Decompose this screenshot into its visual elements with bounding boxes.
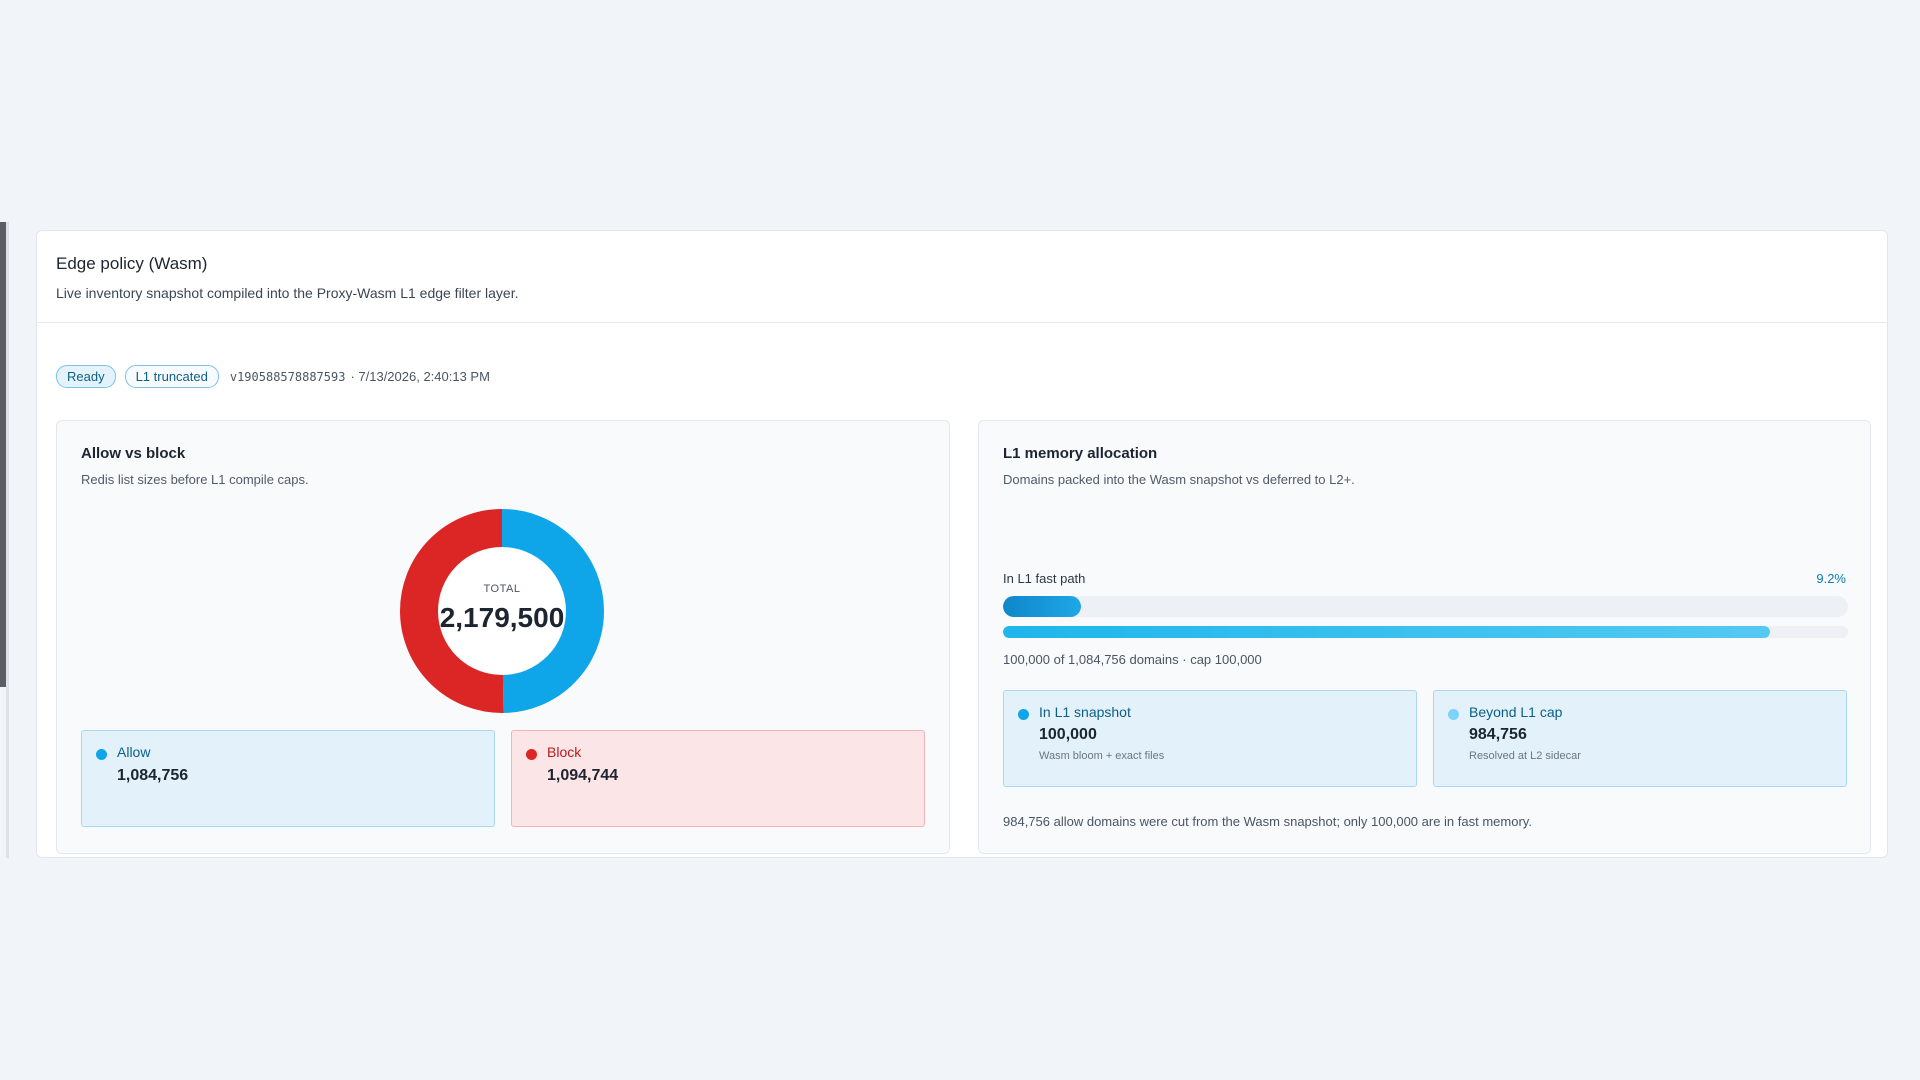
scrollbar-track[interactable] xyxy=(6,222,9,858)
panel-title: L1 memory allocation xyxy=(1003,445,1158,462)
fast-path-percent: 9.2% xyxy=(1816,571,1846,586)
beyond-l1-dot-icon xyxy=(1448,709,1459,720)
memory-panel: L1 memory allocation Domains packed into… xyxy=(978,420,1871,854)
in-l1-stat: In L1 snapshot 100,000 Wasm bloom + exac… xyxy=(1003,690,1417,787)
donut-total-label: TOTAL xyxy=(483,583,521,595)
panel-subtitle: Redis list sizes before L1 compile caps. xyxy=(81,472,309,487)
deferred-progress-fill xyxy=(1003,626,1771,638)
edge-policy-card: Edge policy (Wasm) Live inventory snapsh… xyxy=(36,230,1888,858)
donut-total-value: 2,179,500 xyxy=(439,602,565,633)
fast-path-progress xyxy=(1003,596,1848,617)
allow-value: 1,084,756 xyxy=(117,767,189,784)
in-l1-label: In L1 snapshot xyxy=(1039,704,1131,720)
beyond-l1-label: Beyond L1 cap xyxy=(1469,704,1563,720)
beyond-l1-value: 984,756 xyxy=(1469,726,1527,743)
fast-path-label: In L1 fast path xyxy=(1003,571,1086,586)
allow-block-panel: Allow vs block Redis list sizes before L… xyxy=(56,420,950,854)
in-l1-value: 100,000 xyxy=(1039,726,1097,743)
truncation-footnote: 984,756 allow domains were cut from the … xyxy=(1003,814,1532,829)
block-label: Block xyxy=(547,744,582,760)
allow-label: Allow xyxy=(117,744,151,760)
block-value: 1,094,744 xyxy=(547,767,619,784)
panel-subtitle: Domains packed into the Wasm snapshot vs… xyxy=(1003,472,1355,487)
snapshot-timestamp: · 7/13/2026, 2:40:13 PM xyxy=(350,369,490,384)
allow-dot-icon xyxy=(96,749,107,760)
in-l1-dot-icon xyxy=(1018,709,1029,720)
truncated-badge: L1 truncated xyxy=(124,365,219,388)
donut-chart: TOTAL 2,179,500 xyxy=(398,507,606,715)
allow-stat: Allow 1,084,756 xyxy=(81,730,495,827)
snapshot-meta-row: Ready L1 truncated v190588578887593 · 7/… xyxy=(56,365,490,388)
beyond-l1-note: Resolved at L2 sidecar xyxy=(1469,750,1581,762)
in-l1-note: Wasm bloom + exact files xyxy=(1039,750,1165,762)
panel-title: Allow vs block xyxy=(81,445,186,462)
page-area: Edge policy (Wasm) Live inventory snapsh… xyxy=(0,222,1920,858)
card-header: Edge policy (Wasm) Live inventory snapsh… xyxy=(37,231,1887,323)
block-dot-icon xyxy=(526,749,537,760)
fast-path-caption: 100,000 of 1,084,756 domains · cap 100,0… xyxy=(1003,652,1262,667)
fast-path-progress-fill xyxy=(1003,596,1081,617)
deferred-progress xyxy=(1003,626,1848,638)
card-title: Edge policy (Wasm) xyxy=(56,254,208,273)
card-subtitle: Live inventory snapshot compiled into th… xyxy=(56,285,519,301)
block-stat: Block 1,094,744 xyxy=(511,730,925,827)
status-badge: Ready xyxy=(56,365,116,388)
snapshot-version: v190588578887593 xyxy=(229,369,346,384)
beyond-l1-stat: Beyond L1 cap 984,756 Resolved at L2 sid… xyxy=(1433,690,1847,787)
